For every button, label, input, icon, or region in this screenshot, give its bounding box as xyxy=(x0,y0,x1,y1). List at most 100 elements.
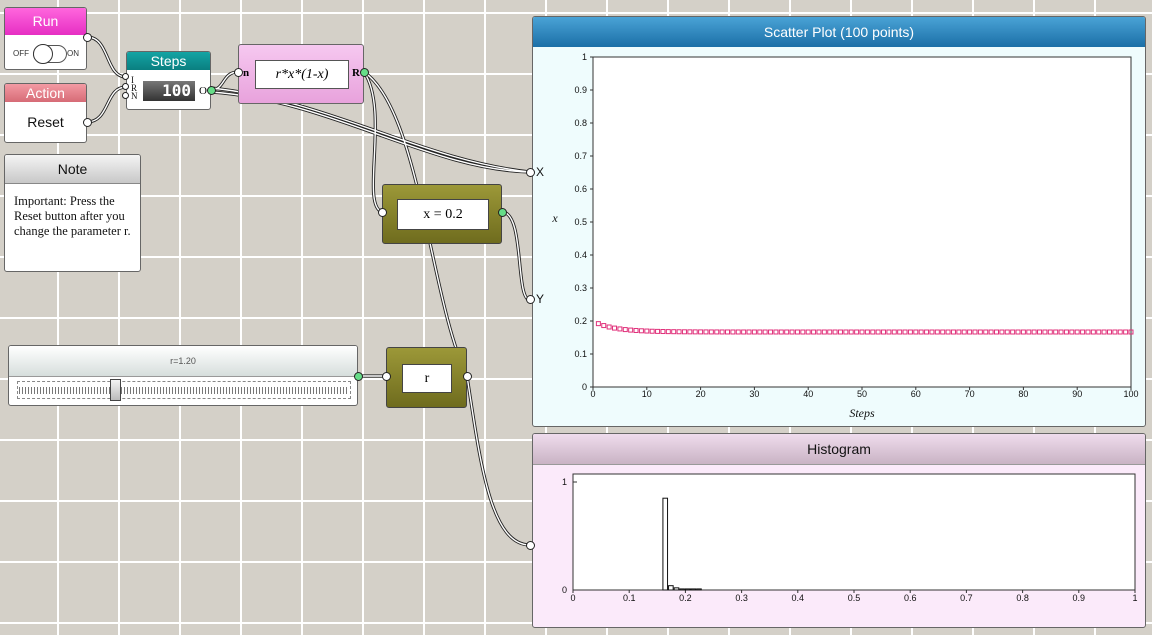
wire-r-to-hist xyxy=(465,374,532,547)
action-component: Action Reset xyxy=(4,83,87,143)
steps-output-label: O xyxy=(199,85,207,97)
r-slider-component: r=1.20 xyxy=(8,345,358,406)
steps-counter-display: 100 xyxy=(143,81,195,101)
formula-input-port[interactable] xyxy=(234,68,243,77)
x-tick-label: 60 xyxy=(911,389,921,399)
scatter-chart: 0 10 20 30 40 50 60 70 80 90 100 0 0.1 0.2 0.3 0.4 0.5 0.… xyxy=(551,52,1138,420)
hist-x-tick-label: 0.3 xyxy=(735,593,748,603)
scatter-y-input-label: Y xyxy=(536,292,545,306)
y-tick-label: 0.4 xyxy=(574,250,587,260)
y-tick-label: 0.6 xyxy=(574,184,587,194)
y-tick-label: 0.9 xyxy=(574,85,587,95)
y-tick-label: 0.3 xyxy=(574,283,587,293)
steps-input-port-n[interactable] xyxy=(122,92,129,99)
histogram-bar xyxy=(662,497,669,591)
hist-x-tick-label: 0.5 xyxy=(848,593,861,603)
toggle-off-label: OFF xyxy=(13,49,29,58)
steps-input-port-r[interactable] xyxy=(122,83,129,90)
run-title: Run xyxy=(5,8,86,35)
hist-x-tick-label: 0 xyxy=(570,593,575,603)
hist-x-tick-label: 0.9 xyxy=(1073,593,1086,603)
wire-action-to-steps xyxy=(85,85,128,124)
formula-output-port[interactable] xyxy=(360,68,369,77)
x-tick-label: 70 xyxy=(965,389,975,399)
hist-x-tick-label: 0.4 xyxy=(792,593,805,603)
hist-x-tick-label: 1 xyxy=(1132,593,1137,603)
x-tick-label: 80 xyxy=(1018,389,1028,399)
y-tick-label: 0.5 xyxy=(574,217,587,227)
histogram-plot-area xyxy=(572,473,1136,591)
r-parameter-output-port[interactable] xyxy=(463,372,472,381)
formula-output-label: R xyxy=(352,67,360,79)
hist-x-tick-label: 0.7 xyxy=(960,593,973,603)
note-title: Note xyxy=(5,155,140,184)
histogram-bar xyxy=(696,588,702,591)
steps-input-port-i[interactable] xyxy=(122,73,129,80)
y-tick-label: 1 xyxy=(582,52,587,62)
slider-thumb[interactable] xyxy=(110,379,121,401)
note-component: Note Important: Press the Reset button a… xyxy=(4,154,141,272)
y-tick-label: 0.7 xyxy=(574,151,587,161)
wire-run-to-steps xyxy=(85,35,128,79)
histogram-panel: Histogram 0 0.1 0.2 0.3 0.4 0.5 0.6 0.7 0.8 0.9 1 0… xyxy=(532,433,1146,628)
run-toggle[interactable]: OFF ON xyxy=(11,44,83,64)
hist-y-tick-label: 1 xyxy=(562,477,567,487)
scatter-input-port-y[interactable] xyxy=(526,295,535,304)
histogram-bar xyxy=(690,588,697,591)
slider-ticks xyxy=(19,387,349,394)
x-tick-label: 40 xyxy=(803,389,813,399)
x-init-component: x = 0.2 xyxy=(382,184,502,244)
reset-button[interactable]: Reset xyxy=(5,102,86,142)
histogram-bar xyxy=(673,587,680,591)
x-tick-label: 50 xyxy=(857,389,867,399)
toggle-knob[interactable] xyxy=(33,44,53,64)
x-tick-label: 0 xyxy=(590,389,595,399)
steps-input-labels: I R N xyxy=(131,75,138,101)
x-tick-label: 30 xyxy=(749,389,759,399)
y-tick-label: 0.2 xyxy=(574,316,587,326)
y-tick-label: 0 xyxy=(582,382,587,392)
scatter-x-input-label: X xyxy=(536,165,545,179)
wire-xinit-to-y xyxy=(500,210,532,302)
y-tick-label: 0.1 xyxy=(574,349,587,359)
histogram-bar xyxy=(668,585,674,591)
histogram-input-port[interactable] xyxy=(526,541,535,550)
x-init-output-port[interactable] xyxy=(498,208,507,217)
wire-formula-to-y xyxy=(362,70,384,214)
histogram-chart: 0 0.1 0.2 0.3 0.4 0.5 0.6 0.7 0.8 0.9 1 0 1 xyxy=(562,473,1138,603)
x-tick-label: 90 xyxy=(1072,389,1082,399)
hist-x-tick-label: 0.6 xyxy=(904,593,917,603)
x-init-expression[interactable]: x = 0.2 xyxy=(397,199,489,230)
hist-x-tick-label: 0.1 xyxy=(623,593,636,603)
x-init-input-port[interactable] xyxy=(378,208,387,217)
steps-component: Steps I R N 100 O xyxy=(126,51,211,110)
x-tick-label: 100 xyxy=(1123,389,1138,399)
histogram-bar xyxy=(684,588,691,591)
x-tick-label: 20 xyxy=(696,389,706,399)
r-parameter-label[interactable]: r xyxy=(402,364,452,393)
r-parameter-component: r xyxy=(386,347,467,408)
slider-output-port[interactable] xyxy=(354,372,363,381)
steps-output-port[interactable] xyxy=(207,86,216,95)
hist-y-tick-label: 0 xyxy=(562,585,567,595)
x-axis-label: Steps xyxy=(849,406,875,420)
run-output-port[interactable] xyxy=(83,33,92,42)
note-text: Important: Press the Reset button after … xyxy=(14,194,131,238)
toggle-on-label: ON xyxy=(67,49,79,58)
r-parameter-input-port[interactable] xyxy=(382,372,391,381)
y-tick-label: 0.8 xyxy=(574,118,587,128)
histogram-bar xyxy=(679,588,685,591)
formula-expression[interactable]: r*x*(1-x) xyxy=(255,60,349,89)
action-title: Action xyxy=(5,84,86,102)
hist-x-tick-label: 0.2 xyxy=(679,593,692,603)
formula-component: n r*x*(1-x) R xyxy=(238,44,364,104)
wire-steps-to-x xyxy=(209,90,532,174)
hist-x-tick-label: 0.8 xyxy=(1016,593,1029,603)
scatter-plot-area xyxy=(592,56,1132,388)
action-output-port[interactable] xyxy=(83,118,92,127)
formula-input-label: n xyxy=(243,67,250,79)
run-component: Run OFF ON xyxy=(4,7,87,70)
scatter-plot-panel: Scatter Plot (100 points) 0 10 20 30 40 50 60 7… xyxy=(532,16,1146,427)
scatter-input-port-x[interactable] xyxy=(526,168,535,177)
x-tick-label: 10 xyxy=(642,389,652,399)
